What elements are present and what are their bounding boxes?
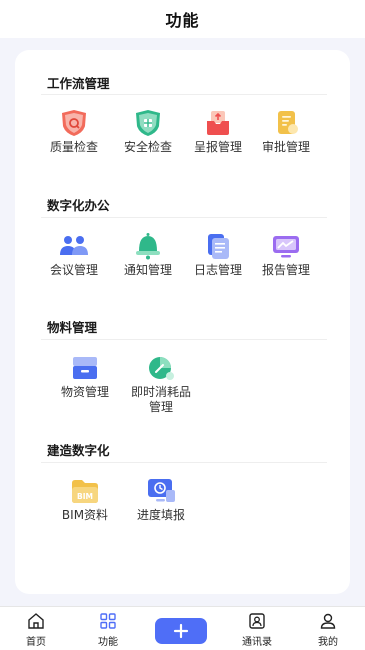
plus-icon	[173, 623, 189, 639]
approval-management-button[interactable]: 审批管理	[251, 108, 321, 155]
submission-management-button[interactable]: 呈报管理	[183, 108, 253, 155]
progress-monitor-icon	[148, 479, 175, 502]
grid-icon	[100, 613, 116, 629]
page-title: 功能	[165, 11, 200, 30]
tab-contacts[interactable]: 通讯录	[227, 611, 287, 648]
item-label: 安全检查	[123, 140, 172, 154]
functions-card: 工作流管理 质量检查 安全检查 呈报管理 审批管理 数字化办公 会议管理 通知管…	[15, 50, 350, 594]
item-label: BIM资料	[61, 508, 109, 522]
item-label: 质量检查	[49, 140, 98, 154]
item-label-line2: 管理	[148, 400, 173, 414]
tab-label: 我的	[318, 637, 338, 648]
section-title: 物料管理	[47, 320, 98, 335]
report-chart-icon	[273, 236, 299, 258]
materials-management-button[interactable]: 物资管理	[50, 353, 120, 400]
divider	[41, 217, 327, 218]
divider	[41, 462, 327, 463]
meeting-people-icon	[60, 236, 88, 255]
bim-folder-text: BIM	[77, 492, 93, 501]
notification-bell-icon	[136, 233, 160, 260]
tab-mine[interactable]: 我的	[298, 611, 358, 648]
log-management-button[interactable]: 日志管理	[183, 231, 253, 278]
add-button[interactable]	[155, 618, 207, 644]
bim-folder-icon: BIM	[72, 480, 98, 503]
submission-tray-icon	[207, 111, 229, 135]
item-label: 审批管理	[261, 140, 310, 154]
item-label: 通知管理	[123, 263, 172, 277]
meeting-management-button[interactable]: 会议管理	[39, 231, 109, 278]
divider	[41, 94, 327, 95]
item-label: 呈报管理	[193, 140, 242, 154]
safety-check-button[interactable]: 安全检查	[113, 108, 183, 155]
item-label: 会议管理	[49, 263, 98, 277]
user-icon	[320, 613, 336, 629]
materials-box-icon	[73, 357, 97, 379]
report-management-button[interactable]: 报告管理	[251, 231, 321, 278]
item-label: 物资管理	[60, 385, 109, 399]
log-document-icon	[208, 234, 229, 259]
notification-management-button[interactable]: 通知管理	[113, 231, 183, 278]
contacts-icon	[249, 613, 265, 629]
approval-document-icon	[278, 111, 298, 134]
consumables-management-button[interactable]: 即时消耗品 管理	[126, 353, 196, 415]
bim-data-button[interactable]: BIM BIM资料	[50, 476, 120, 523]
divider	[41, 339, 327, 340]
top-bar: 功能	[0, 0, 365, 38]
tab-label: 首页	[26, 637, 46, 648]
progress-report-button[interactable]: 进度填报	[126, 476, 196, 523]
home-icon	[28, 613, 44, 629]
section-title: 数字化办公	[47, 198, 110, 213]
tab-label: 功能	[98, 637, 118, 648]
quality-check-shield-icon	[62, 110, 86, 136]
quality-check-button[interactable]: 质量检查	[39, 108, 109, 155]
consumables-pie-icon	[149, 357, 174, 380]
section-title: 建造数字化	[47, 443, 110, 458]
tab-functions[interactable]: 功能	[78, 611, 138, 648]
item-label: 进度填报	[136, 508, 185, 522]
bottom-tab-bar: 首页 功能 通讯录 我的	[0, 606, 365, 650]
tab-home[interactable]: 首页	[6, 611, 66, 648]
tab-label: 通讯录	[242, 637, 272, 648]
item-label-line1: 即时消耗品	[130, 385, 191, 399]
item-label: 报告管理	[261, 263, 310, 277]
safety-check-shield-icon	[136, 110, 160, 136]
section-title: 工作流管理	[47, 76, 110, 91]
item-label: 日志管理	[193, 263, 242, 277]
